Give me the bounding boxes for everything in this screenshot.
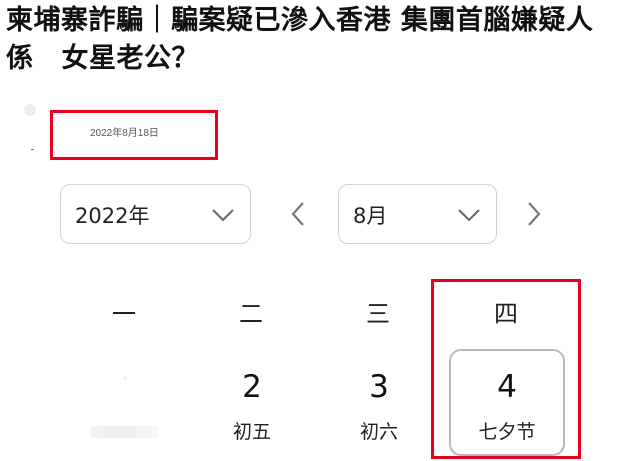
post-date: 2022年8月18日	[90, 128, 159, 139]
lunar-date: 初六	[359, 421, 398, 443]
day-number: 3	[369, 369, 389, 405]
calendar-day-2[interactable]: 2 初五	[194, 349, 310, 459]
article-headline: 柬埔寨詐騙｜騙案疑已滲入香港 集團首腦嫌疑人 係女星老公？	[6, 2, 638, 78]
month-select[interactable]: 8月	[338, 184, 497, 244]
month-select-value: 8月	[353, 204, 388, 228]
year-select[interactable]: 2022年	[60, 184, 251, 244]
calendar-day-3[interactable]: 3 初六	[321, 349, 437, 459]
weekday-tue: 二	[239, 300, 263, 328]
weekday-wed: 三	[366, 300, 390, 328]
headline-line-1: 柬埔寨詐騙｜騙案疑已滲入香港 集團首腦嫌疑人	[6, 5, 594, 36]
page: 柬埔寨詐騙｜騙案疑已滲入香港 集團首腦嫌疑人 係女星老公？ 2022年8月18日…	[0, 0, 640, 461]
headline-line-2-part-a: 係	[6, 43, 34, 74]
year-select-value: 2022年	[75, 204, 150, 228]
headline-line-2-part-b: 女星老公？	[61, 43, 199, 74]
chevron-left-icon[interactable]	[288, 199, 308, 229]
faded-day-label	[90, 426, 158, 438]
faded-day-mark	[123, 376, 127, 380]
day-number: 2	[242, 369, 262, 405]
thursday-highlight-box	[431, 279, 581, 459]
lunar-date: 初五	[232, 421, 271, 443]
chevron-right-icon[interactable]	[524, 199, 544, 229]
divider-mark	[31, 149, 34, 150]
avatar-placeholder	[24, 104, 36, 116]
chevron-down-icon	[458, 209, 480, 222]
chevron-down-icon	[212, 209, 234, 222]
weekday-mon: 一	[112, 300, 136, 328]
headline-line-2: 係女星老公？	[6, 40, 638, 78]
